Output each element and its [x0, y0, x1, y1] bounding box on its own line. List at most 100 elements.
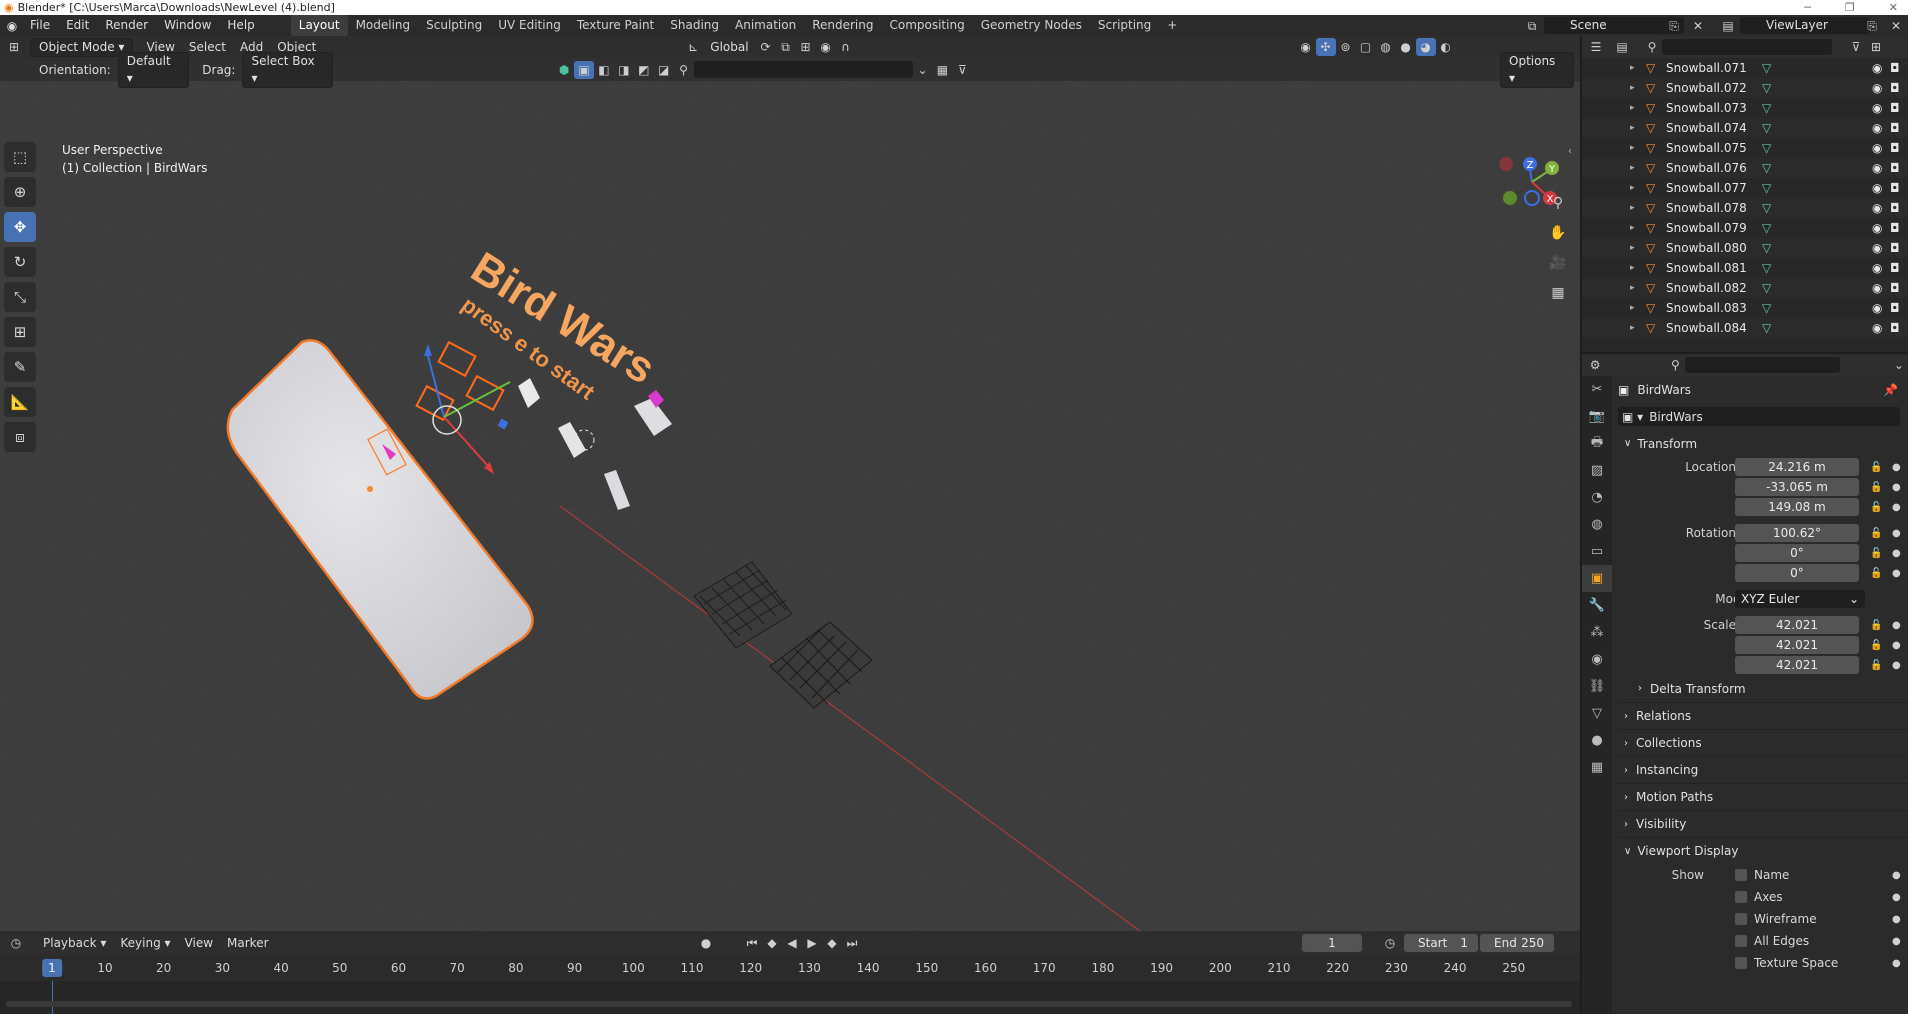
pivot-point-icon[interactable]: ⟳ [756, 38, 776, 56]
lock-icon[interactable]: 🔓 [1870, 660, 1882, 671]
eye-icon[interactable]: ◉ [1872, 141, 1882, 155]
list-item[interactable]: ▸ ▽ Snowball.079 ▽ ◉ ◘ [1582, 218, 1908, 238]
lock-icon[interactable]: 🔓 [1870, 568, 1882, 579]
keyframe-dot-icon[interactable]: ● [1892, 936, 1901, 947]
outliner-search-icon[interactable]: ⚲ [1642, 38, 1662, 56]
list-item[interactable]: ▸ ▽ Snowball.081 ▽ ◉ ◘ [1582, 258, 1908, 278]
viewport-menu-select[interactable]: Select [182, 40, 233, 54]
gizmo-neg-y[interactable] [1503, 191, 1517, 205]
keyframe-dot-icon[interactable]: ● [1892, 620, 1901, 631]
tab-geometry-nodes[interactable]: Geometry Nodes [973, 15, 1090, 36]
lock-icon[interactable]: 🔓 [1870, 482, 1882, 493]
view-layer-field[interactable]: ViewLayer [1740, 17, 1870, 34]
keying-menu[interactable]: Keying ▾ [113, 936, 177, 950]
blender-menu-icon[interactable]: ◉ [2, 17, 22, 35]
new-collection-icon[interactable]: ⊞ [1866, 38, 1886, 56]
lock-icon[interactable]: 🔓 [1870, 462, 1882, 473]
keyframe-dot-icon[interactable]: ● [1892, 660, 1901, 671]
measure-tool-icon[interactable]: 📐 [4, 387, 36, 417]
render-camera-icon[interactable]: ◘ [1890, 101, 1900, 115]
outliner-search-input[interactable] [1662, 39, 1832, 55]
eye-icon[interactable]: ◉ [1872, 261, 1882, 275]
play-icon[interactable]: ▶ [802, 934, 822, 952]
eye-icon[interactable]: ◉ [1872, 181, 1882, 195]
solid-shading-icon[interactable]: ● [1396, 38, 1416, 56]
select-tool-icon[interactable]: ⬚ [4, 142, 36, 172]
tab-shading[interactable]: Shading [662, 15, 727, 36]
lock-icon[interactable]: 🔓 [1870, 502, 1882, 513]
lock-icon[interactable]: 🔓 [1870, 640, 1882, 651]
motion-paths-panel-header[interactable]: › Motion Paths [1618, 783, 1908, 810]
expand-icon[interactable]: ▸ [1630, 243, 1635, 253]
material-shading-icon[interactable]: ◕ [1415, 38, 1436, 56]
object-datablock-field[interactable]: ▣ ▾ BirdWars [1618, 407, 1900, 426]
scene-selector-icon[interactable]: ⧉ [1522, 17, 1542, 35]
gizmo-toggle-icon[interactable]: ✣ [1315, 38, 1336, 56]
material-tab-icon[interactable]: ● [1582, 727, 1612, 754]
expand-icon[interactable]: ▸ [1630, 123, 1635, 133]
jump-end-icon[interactable]: ⏭ [842, 934, 862, 952]
view-layer-tab-icon[interactable]: ▨ [1582, 457, 1612, 484]
annotate-tool-icon[interactable]: ✎ [4, 352, 36, 382]
output-tab-icon[interactable]: 🖶 [1582, 430, 1612, 457]
expand-icon[interactable]: ▸ [1630, 63, 1635, 73]
tab-layout[interactable]: Layout [290, 15, 348, 36]
select-invert-icon[interactable]: ◩ [634, 61, 654, 79]
lock-icon[interactable]: 🔓 [1870, 528, 1882, 539]
scale-z-field[interactable]: 42.021 [1735, 656, 1859, 674]
render-camera-icon[interactable]: ◘ [1890, 241, 1900, 255]
filter-dropdown-icon[interactable]: ⌄ [913, 61, 933, 79]
keyframe-dot-icon[interactable]: ● [1892, 462, 1901, 473]
visibility-panel-header[interactable]: › Visibility [1618, 810, 1908, 837]
eye-icon[interactable]: ◉ [1872, 301, 1882, 315]
options-dropdown[interactable]: Options ▾ [1500, 51, 1574, 88]
show-axes-checkbox[interactable] [1735, 891, 1747, 903]
expand-icon[interactable]: ▸ [1630, 103, 1635, 113]
end-frame-field[interactable]: End 250 [1480, 934, 1554, 952]
properties-options-icon[interactable]: ⌄ [1890, 356, 1908, 374]
keyframe-dot-icon[interactable]: ● [1892, 958, 1901, 969]
new-view-layer-icon[interactable]: ⎘ [1862, 17, 1882, 35]
render-camera-icon[interactable]: ◘ [1890, 81, 1900, 95]
expand-icon[interactable]: ▸ [1630, 303, 1635, 313]
timeline-editor-icon[interactable]: ◷ [6, 934, 26, 952]
outliner-filter-icon[interactable]: ⊽ [1846, 38, 1866, 56]
expand-icon[interactable]: ▸ [1630, 143, 1635, 153]
keyframe-dot-icon[interactable]: ● [1892, 914, 1901, 925]
render-tab-icon[interactable]: 📷 [1582, 403, 1612, 430]
viewport-canvas[interactable]: Bird Wars press e to start [0, 36, 1580, 931]
keyframe-dot-icon[interactable]: ● [1892, 502, 1901, 513]
lock-icon[interactable]: 🔓 [1870, 620, 1882, 631]
zoom-view-icon[interactable]: ⚲ [1545, 190, 1571, 216]
ortho-toggle-icon[interactable]: ▦ [1545, 280, 1571, 306]
menu-render[interactable]: Render [97, 15, 156, 36]
properties-search-input[interactable] [1684, 357, 1840, 373]
select-subtract-icon[interactable]: ◨ [614, 61, 634, 79]
gizmo-neg-z[interactable] [1524, 190, 1540, 206]
keyframe-dot-icon[interactable]: ● [1892, 482, 1901, 493]
collections-panel-header[interactable]: › Collections [1618, 729, 1908, 756]
delta-transform-header[interactable]: › Delta Transform [1618, 675, 1908, 702]
show-name-checkbox[interactable] [1735, 869, 1747, 881]
viewport-search-input[interactable] [693, 61, 913, 78]
list-item[interactable]: ▸ ▽ Snowball.075 ▽ ◉ ◘ [1582, 138, 1908, 158]
prev-keyframe-icon[interactable]: ◆ [762, 934, 782, 952]
current-frame-field[interactable]: 1 [1302, 934, 1362, 952]
viewport-search-icon[interactable]: ⚲ [674, 61, 694, 79]
eye-icon[interactable]: ◉ [1872, 161, 1882, 175]
scale-tool-icon[interactable]: ⤡ [4, 282, 36, 312]
menu-edit[interactable]: Edit [58, 15, 97, 36]
next-keyframe-icon[interactable]: ◆ [822, 934, 842, 952]
maximize-icon[interactable]: ❐ [1845, 0, 1855, 15]
orientation-dropdown[interactable]: Default ▾ [117, 51, 190, 88]
tab-rendering[interactable]: Rendering [804, 15, 881, 36]
mesh-data-tab-icon[interactable]: ▽ [1582, 700, 1612, 727]
render-camera-icon[interactable]: ◘ [1890, 201, 1900, 215]
rotation-mode-dropdown[interactable]: XYZ Euler ⌄ [1735, 590, 1865, 608]
rotation-y-field[interactable]: 0° [1735, 544, 1859, 562]
menu-window[interactable]: Window [156, 15, 219, 36]
falloff-icon[interactable]: ∩ [836, 38, 856, 56]
expand-icon[interactable]: ▸ [1630, 323, 1635, 333]
eye-icon[interactable]: ◉ [1872, 221, 1882, 235]
expand-icon[interactable]: ▸ [1630, 263, 1635, 273]
